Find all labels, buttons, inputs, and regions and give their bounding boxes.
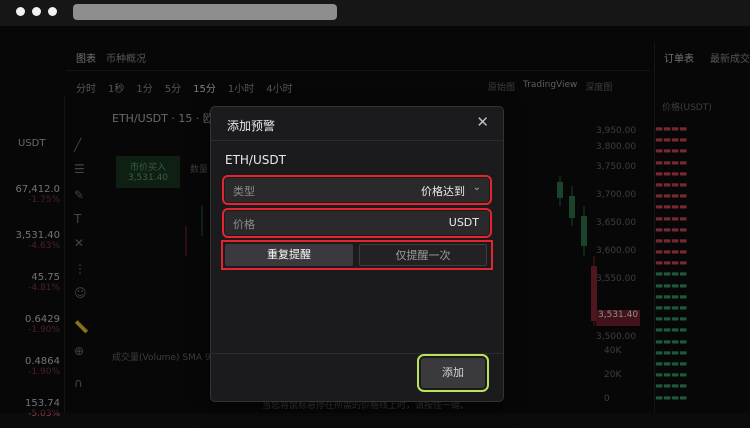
trading-pair: ETH/USDT <box>225 153 286 167</box>
type-label: 类型 <box>233 185 255 198</box>
window-control-dot[interactable] <box>48 7 57 16</box>
type-value: 价格达到 <box>421 185 465 198</box>
divider <box>211 140 503 141</box>
window-control-dot[interactable] <box>16 7 25 16</box>
divider <box>211 353 503 354</box>
price-input[interactable]: 价格 USDT <box>222 208 492 238</box>
address-bar[interactable] <box>73 4 337 20</box>
add-button[interactable]: 添加 <box>417 354 489 392</box>
add-alert-dialog: 添加预警 ✕ ETH/USDT 类型 价格达到 ⌄ 价格 USDT 重复提醒 仅… <box>210 106 504 402</box>
alert-once-option[interactable]: 仅提醒一次 <box>359 244 487 266</box>
close-icon[interactable]: ✕ <box>476 113 489 131</box>
browser-toolbar <box>0 0 750 26</box>
window-control-dot[interactable] <box>32 7 41 16</box>
repeat-alert-option[interactable]: 重复提醒 <box>225 244 353 266</box>
price-unit: USDT <box>448 216 479 229</box>
type-select[interactable]: 类型 价格达到 ⌄ <box>222 175 492 205</box>
price-label: 价格 <box>233 218 255 231</box>
chevron-down-icon: ⌄ <box>472 182 481 193</box>
dialog-title: 添加预警 <box>227 119 276 133</box>
